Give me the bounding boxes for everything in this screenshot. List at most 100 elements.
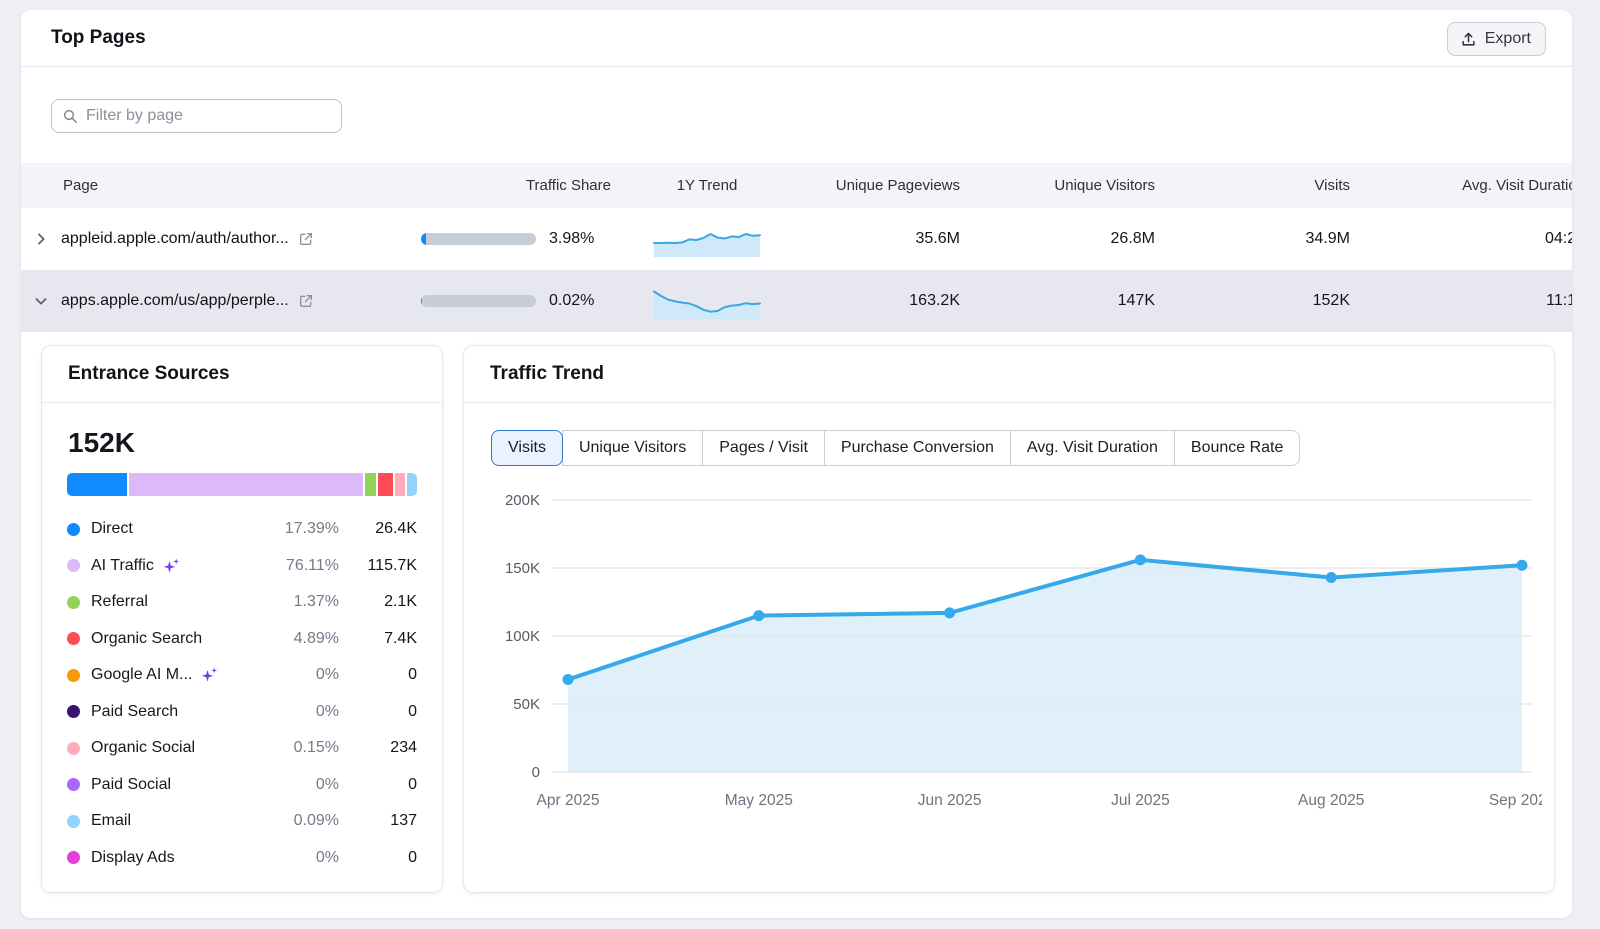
visits-value: 152K	[1167, 292, 1362, 310]
traffic-share-value: 3.98%	[549, 230, 594, 248]
tab-pages-visit[interactable]: Pages / Visit	[702, 430, 825, 466]
traffic-trend-title: Traffic Trend	[490, 363, 604, 385]
bar-segment-ai-traffic	[129, 473, 363, 496]
legend-dot-icon	[67, 523, 80, 536]
source-label: AI Traffic	[91, 556, 261, 576]
filter-by-page-input[interactable]	[86, 107, 331, 125]
y-axis-tick-label: 200K	[505, 492, 540, 509]
traffic-trend-tabs: VisitsUnique VisitorsPages / VisitPurcha…	[491, 430, 1554, 466]
source-percent: 4.89%	[261, 630, 339, 648]
unique-pageviews-value: 35.6M	[787, 230, 972, 248]
table-row[interactable]: apps.apple.com/us/app/perple...0.02%163.…	[21, 270, 1572, 332]
page-url-link[interactable]: appleid.apple.com/auth/author...	[61, 230, 407, 248]
1y-trend-sparkline	[627, 221, 787, 258]
ai-sparkle-icon	[200, 665, 220, 685]
source-value: 137	[339, 812, 417, 830]
legend-dot-icon	[67, 632, 80, 645]
tab-visits[interactable]: Visits	[491, 430, 563, 466]
x-axis-tick-label: Jun 2025	[918, 792, 982, 809]
y-axis-tick-label: 0	[532, 764, 540, 781]
bar-segment-organic-social	[395, 473, 405, 496]
source-percent: 0%	[261, 849, 339, 867]
entrance-source-row: Paid Search0%0	[67, 694, 417, 731]
expand-row-button[interactable]	[21, 231, 61, 247]
bar-segment-direct	[67, 473, 127, 496]
entrance-source-row: Paid Social0%0	[67, 767, 417, 804]
tab-purchase-conversion[interactable]: Purchase Conversion	[824, 430, 1011, 466]
avg-visit-duration-value: 11:13	[1362, 292, 1572, 310]
table-body: appleid.apple.com/auth/author... 3.98% 35.…	[21, 208, 1572, 332]
col-header-page: Page	[61, 177, 407, 194]
y-axis-tick-label: 50K	[513, 696, 540, 713]
source-percent: 0%	[261, 776, 339, 794]
col-header-unique-pageviews: Unique Pageviews	[787, 177, 972, 194]
chevron-right-icon[interactable]	[33, 231, 49, 247]
bar-segment-referral	[365, 473, 376, 496]
visits-area-chart: 050K100K150K200KApr 2025May 2025Jun 2025…	[482, 474, 1542, 819]
traffic-share-cell: 0.02%	[407, 292, 627, 310]
source-value: 7.4K	[339, 630, 417, 648]
traffic-trend-card: Traffic Trend VisitsUnique VisitorsPages…	[463, 345, 1555, 893]
entrance-source-row: Email0.09%137	[67, 803, 417, 840]
source-label: Paid Social	[91, 776, 261, 794]
chevron-down-icon[interactable]	[33, 293, 49, 309]
entrance-sources-card: Entrance Sources 152K Direct17.39%26.4KA…	[41, 345, 443, 893]
source-value: 2.1K	[339, 593, 417, 611]
entrance-sources-legend: Direct17.39%26.4KAI Traffic76.11%115.7KR…	[67, 511, 417, 876]
entrance-source-row: Organic Social0.15%234	[67, 730, 417, 767]
tab-avg-visit-duration[interactable]: Avg. Visit Duration	[1010, 430, 1175, 466]
entrance-source-row: Display Ads0%0	[67, 840, 417, 877]
col-header-1y-trend: 1Y Trend	[627, 177, 787, 194]
col-header-visits: Visits	[1167, 177, 1362, 194]
external-link-icon[interactable]	[298, 293, 314, 309]
source-label: Email	[91, 812, 261, 830]
entrance-source-row: Direct17.39%26.4K	[67, 511, 417, 548]
expanded-row-details: Entrance Sources 152K Direct17.39%26.4KA…	[21, 332, 1572, 918]
source-value: 0	[339, 703, 417, 721]
page-title: Top Pages	[51, 27, 146, 49]
legend-dot-icon	[67, 669, 80, 682]
external-link-icon[interactable]	[298, 231, 314, 247]
filter-input-box[interactable]	[51, 99, 342, 133]
source-percent: 0%	[261, 666, 339, 684]
source-percent: 17.39%	[261, 520, 339, 538]
traffic-share-bar	[421, 233, 536, 245]
table-row[interactable]: appleid.apple.com/auth/author... 3.98% 35.…	[21, 208, 1572, 270]
x-axis-tick-label: Jul 2025	[1111, 792, 1170, 809]
collapse-row-button[interactable]	[21, 293, 61, 309]
col-header-avg-visit-duration: Avg. Visit Duration	[1362, 177, 1572, 194]
source-label: Organic Social	[91, 739, 261, 757]
traffic-share-cell: 3.98%	[407, 230, 627, 248]
source-label: Paid Search	[91, 703, 261, 721]
x-axis-tick-label: Sep 2025	[1489, 792, 1542, 809]
export-button[interactable]: Export	[1447, 22, 1546, 56]
x-axis-tick-label: Apr 2025	[537, 792, 600, 809]
source-percent: 76.11%	[261, 557, 339, 575]
source-percent: 0.15%	[261, 739, 339, 757]
page-url-link[interactable]: apps.apple.com/us/app/perple...	[61, 292, 407, 310]
col-header-unique-visitors: Unique Visitors	[972, 177, 1167, 194]
tab-bounce-rate[interactable]: Bounce Rate	[1174, 430, 1301, 466]
traffic-share-value: 0.02%	[549, 292, 594, 310]
tab-unique-visitors[interactable]: Unique Visitors	[562, 430, 703, 466]
traffic-trend-chart: 050K100K150K200KApr 2025May 2025Jun 2025…	[482, 474, 1542, 824]
table-header-row: Page Traffic Share 1Y Trend Unique Pagev…	[21, 163, 1572, 208]
y-axis-tick-label: 100K	[505, 628, 540, 645]
col-header-traffic-share: Traffic Share	[407, 177, 627, 194]
x-axis-tick-label: May 2025	[725, 792, 793, 809]
source-percent: 1.37%	[261, 593, 339, 611]
entrance-source-row: Referral1.37%2.1K	[67, 584, 417, 621]
top-pages-table: Page Traffic Share 1Y Trend Unique Pagev…	[21, 163, 1572, 332]
avg-visit-duration-value: 04:25	[1362, 230, 1572, 248]
source-value: 234	[339, 739, 417, 757]
bar-segment-email	[407, 473, 417, 496]
source-value: 0	[339, 849, 417, 867]
search-icon	[62, 108, 78, 124]
entrance-sources-title: Entrance Sources	[68, 363, 230, 385]
source-percent: 0%	[261, 703, 339, 721]
export-icon	[1460, 31, 1477, 48]
filter-section	[21, 67, 1572, 163]
page-url-text: appleid.apple.com/auth/author...	[61, 230, 289, 248]
source-value: 0	[339, 666, 417, 684]
1y-trend-sparkline	[627, 283, 787, 320]
